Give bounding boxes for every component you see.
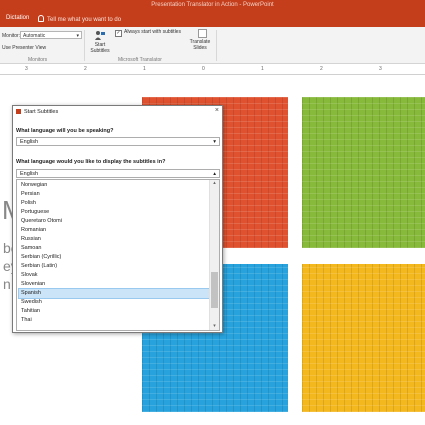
ruler-number: 1 <box>143 66 146 72</box>
dialog-title: Start Subtitles <box>24 109 59 115</box>
start-subtitles-dialog: Start Subtitles × What language will you… <box>12 105 223 333</box>
slide-text-line: n <box>3 276 11 292</box>
ruler-number: 2 <box>320 66 323 72</box>
presenter-view-label: Use Presenter View <box>2 45 47 51</box>
always-start-checkbox[interactable]: ✓ Always start with subtitles <box>115 29 181 37</box>
language-option[interactable]: Persian <box>19 190 211 199</box>
use-presenter-view-checkbox[interactable]: Use Presenter View <box>2 45 46 51</box>
ruler-number: 3 <box>25 66 28 72</box>
chevron-up-icon: ▴ <box>213 171 216 177</box>
display-language-question: What language would you like to display … <box>16 159 166 165</box>
green-logo-tile <box>302 97 425 248</box>
presenter-icon <box>94 30 106 42</box>
language-option[interactable]: Queretaro Otomi <box>19 217 211 226</box>
checkbox-checked-icon: ✓ <box>115 30 122 37</box>
language-option[interactable]: Portuguese <box>19 208 211 217</box>
scroll-down-icon[interactable]: ▾ <box>210 323 219 329</box>
group-label-monitors: Monitors <box>28 57 48 63</box>
listbox-scrollbar[interactable]: ▴ ▾ <box>209 180 219 330</box>
start-subtitles-button[interactable]: Start Subtitles <box>86 29 114 57</box>
horizontal-ruler: 3 2 1 0 1 2 3 <box>0 64 425 75</box>
scroll-up-icon[interactable]: ▴ <box>210 180 219 186</box>
language-option[interactable]: Slovenian <box>19 280 211 289</box>
translate-slides-button[interactable]: Translate Slides <box>186 39 214 51</box>
ribbon-separator <box>84 30 85 61</box>
display-language-value: English <box>20 171 39 177</box>
window-title: Presentation Translator in Action - Powe… <box>151 2 274 8</box>
language-option[interactable]: Thai <box>19 316 211 325</box>
language-option[interactable]: Serbian (Latin) <box>19 262 211 271</box>
ruler-number: 0 <box>202 66 205 72</box>
start-subtitles-label-2: Subtitles <box>90 48 110 54</box>
ribbon-tab-row: Dictation Tell me what you want to do <box>0 10 425 27</box>
tell-me-text: Tell me what you want to do <box>47 17 122 23</box>
language-listbox[interactable]: Norwegian Persian Polish Portuguese Quer… <box>16 179 220 331</box>
ruler-number: 2 <box>84 66 87 72</box>
speak-language-dropdown[interactable]: English ▾ <box>16 137 220 146</box>
monitor-label: Monitor: <box>2 33 21 39</box>
language-option[interactable]: Norwegian <box>19 181 211 190</box>
language-option[interactable]: Swedish <box>19 298 211 307</box>
yellow-logo-tile <box>302 264 425 412</box>
title-bar: Presentation Translator in Action - Powe… <box>0 0 425 10</box>
language-option[interactable]: Serbian (Cyrillic) <box>19 253 211 262</box>
ruler-number: 1 <box>261 66 264 72</box>
scrollbar-thumb[interactable] <box>211 272 218 308</box>
language-option[interactable]: Slovak <box>19 271 211 280</box>
monitor-dropdown[interactable]: Automatic ▾ <box>20 31 82 39</box>
monitor-value: Automatic <box>23 33 46 39</box>
language-option-selected[interactable]: Spanish <box>18 288 212 299</box>
language-option[interactable]: Polish <box>19 199 211 208</box>
close-icon[interactable]: × <box>215 107 219 114</box>
always-start-label: Always start with subtitles <box>124 29 181 35</box>
speak-language-value: English <box>20 139 39 145</box>
tab-dictation[interactable]: Dictation <box>6 15 29 21</box>
language-option[interactable]: Samoan <box>19 244 211 253</box>
lightbulb-icon <box>38 15 44 22</box>
speak-language-question: What language will you be speaking? <box>16 128 114 134</box>
display-language-dropdown[interactable]: English ▴ <box>16 169 220 178</box>
language-option[interactable]: Romanian <box>19 226 211 235</box>
group-label-translator: Microsoft Translator <box>118 57 162 63</box>
ribbon: Monitor: Automatic ▾ Use Presenter View … <box>0 27 425 64</box>
settings-icon[interactable] <box>198 29 207 38</box>
chevron-down-icon: ▾ <box>213 139 216 145</box>
language-option[interactable]: Tahitian <box>19 307 211 316</box>
translate-slides-label-2: Slides <box>193 45 207 51</box>
ruler-number: 3 <box>379 66 382 72</box>
powerpoint-icon <box>16 109 21 114</box>
chevron-down-icon: ▾ <box>76 33 79 39</box>
ribbon-separator <box>216 30 217 61</box>
language-option[interactable]: Russian <box>19 235 211 244</box>
tell-me-box[interactable]: Tell me what you want to do <box>38 15 121 23</box>
